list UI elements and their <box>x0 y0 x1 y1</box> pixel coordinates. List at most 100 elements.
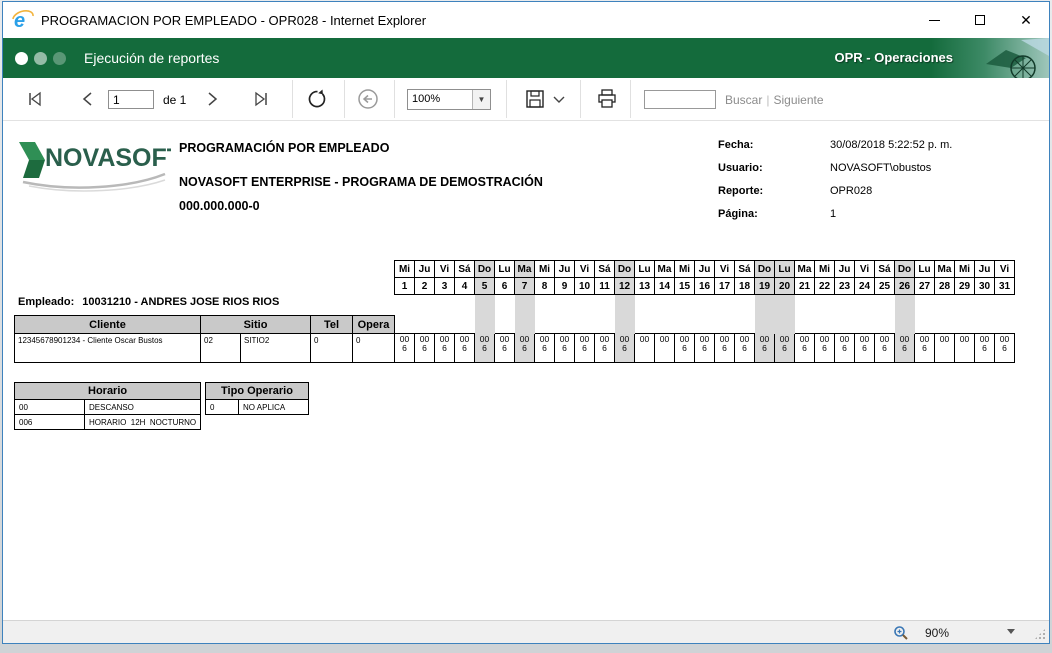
refresh-button[interactable] <box>306 78 328 120</box>
find-links: Buscar | Siguiente <box>725 93 824 107</box>
minimize-button[interactable] <box>911 2 957 38</box>
calendar-dow-cell: Do <box>754 260 775 278</box>
zoom-magnifier-icon[interactable] <box>893 625 909 641</box>
page-number-input[interactable] <box>108 90 154 109</box>
buscar-link[interactable]: Buscar <box>725 93 762 107</box>
legend-cell: 006 <box>14 414 85 430</box>
schedule-cell: 00 <box>654 333 675 363</box>
calendar-day-cell: 15 <box>674 277 695 295</box>
meta-value: OPR028 <box>830 185 873 197</box>
maximize-icon <box>975 15 985 25</box>
calendar-dow-cell: Vi <box>854 260 875 278</box>
close-button[interactable]: ✕ <box>1003 2 1049 38</box>
schedule-cell: 00 6 <box>394 333 415 363</box>
schedule-cell: 00 6 <box>454 333 475 363</box>
schedule-cell: 00 <box>934 333 955 363</box>
report-subtitle: NOVASOFT ENTERPRISE - PROGRAMA DE DEMOST… <box>179 175 543 189</box>
internet-explorer-icon: e <box>12 10 34 31</box>
calendar-dow-cell: Mi <box>394 260 415 278</box>
legend-cell: 0 <box>205 399 239 415</box>
toolbar-separator <box>580 80 581 118</box>
calendar-day-cell: 13 <box>634 277 655 295</box>
calendar-dow-cell: Ma <box>514 260 535 278</box>
report-title: PROGRAMACIÓN POR EMPLEADO <box>179 141 390 155</box>
calendar-dow-cell: Vi <box>994 260 1015 278</box>
siguiente-link[interactable]: Siguiente <box>773 93 823 107</box>
legend-cell: HORARIO 12H NOCTURNO <box>83 414 202 430</box>
schedule-cell: 00 6 <box>574 333 595 363</box>
schedule-cell: 00 6 <box>614 333 635 363</box>
cell-tel: 0 <box>310 333 353 363</box>
cell-opera: 0 <box>352 333 395 363</box>
app-title: Ejecución de reportes <box>84 50 220 66</box>
svg-text:e: e <box>14 10 25 31</box>
schedule-cell: 00 6 <box>854 333 875 363</box>
cell-cliente: 12345678901234 - Cliente Oscar Bustos <box>14 333 201 363</box>
calendar-dow-cell: Do <box>614 260 635 278</box>
calendar-dow-cell: Sá <box>874 260 895 278</box>
save-export-button[interactable] <box>524 78 546 120</box>
schedule-cell: 00 6 <box>814 333 835 363</box>
holiday-stripe <box>614 295 635 334</box>
browser-window: e PROGRAMACION POR EMPLEADO - OPR028 - I… <box>2 1 1050 644</box>
meta-label: Fecha: <box>718 139 754 151</box>
calendar-day-cell: 24 <box>854 277 875 295</box>
next-page-button[interactable] <box>203 78 221 120</box>
back-to-parent-button[interactable] <box>357 78 379 120</box>
horario-legend-title: Horario <box>13 382 202 400</box>
calendar-day-cell: 11 <box>594 277 615 295</box>
schedule-cell: 00 6 <box>734 333 755 363</box>
first-page-button[interactable] <box>25 78 45 120</box>
holiday-stripe <box>774 295 795 334</box>
calendar-dow-cell: Lu <box>914 260 935 278</box>
previous-page-button[interactable] <box>79 78 97 120</box>
calendar-day-cell: 14 <box>654 277 675 295</box>
report-toolbar: de 1 100% ▼ <box>3 78 1049 121</box>
search-input[interactable] <box>644 90 716 109</box>
calendar-dow-cell: Ma <box>794 260 815 278</box>
schedule-cell: 00 6 <box>514 333 535 363</box>
zoom-select[interactable]: 100% ▼ <box>407 89 491 110</box>
calendar-dow-cell: Mi <box>534 260 555 278</box>
page-of-label: de 1 <box>163 93 187 107</box>
col-header-cliente: Cliente <box>14 315 201 334</box>
calendar-dow-cell: Ju <box>694 260 715 278</box>
maximize-button[interactable] <box>957 2 1003 38</box>
report-body: NOVASOFT PROGRAMACIÓN POR EMPLEADO NOVAS… <box>3 121 1049 620</box>
calendar-day-cell: 30 <box>974 277 995 295</box>
schedule-cell: 00 6 <box>914 333 935 363</box>
schedule-cell: 00 6 <box>434 333 455 363</box>
calendar-day-cell: 19 <box>754 277 775 295</box>
schedule-cell: 00 6 <box>474 333 495 363</box>
calendar-dow-cell: Do <box>474 260 495 278</box>
dot-icon <box>53 51 66 65</box>
calendar-day-cell: 20 <box>774 277 795 295</box>
calendar-dow-cell: Ju <box>554 260 575 278</box>
calendar-day-cell: 5 <box>474 277 495 295</box>
novasoft-logo-mark <box>19 142 45 160</box>
calendar-day-cell: 21 <box>794 277 815 295</box>
save-dropdown-chevron-icon[interactable] <box>552 78 566 120</box>
close-icon: ✕ <box>1020 12 1032 28</box>
calendar-dow-cell: Mi <box>814 260 835 278</box>
last-page-button[interactable] <box>251 78 271 120</box>
screen: e PROGRAMACION POR EMPLEADO - OPR028 - I… <box>0 0 1052 653</box>
horario-legend-table: Horario 00 DESCANSO 006 HORARIO 12H NOCTURN… <box>13 382 202 430</box>
window-title: PROGRAMACION POR EMPLEADO - OPR028 - Int… <box>41 12 427 28</box>
calendar-header-table: Mi Ju Vi Sá Do Lu Ma Mi Ju Vi Sá Do Lu Ma Mi Ju Vi Sá Do Lu… <box>394 260 1015 295</box>
col-header-tel: Tel <box>310 315 353 334</box>
dot-icon <box>15 51 28 65</box>
schedule-cell: 00 6 <box>754 333 775 363</box>
schedule-cell: 00 6 <box>794 333 815 363</box>
module-label: OPR - Operaciones <box>834 50 953 65</box>
calendar-day-cell: 28 <box>934 277 955 295</box>
zoom-level-dropdown[interactable] <box>1007 629 1015 634</box>
calendar-dow-cell: Sá <box>594 260 615 278</box>
calendar-day-cell: 27 <box>914 277 935 295</box>
toolbar-separator <box>344 80 345 118</box>
calendar-day-cell: 22 <box>814 277 835 295</box>
schedule-cell: 00 6 <box>494 333 515 363</box>
print-button[interactable] <box>595 78 619 120</box>
schedule-cell: 00 6 <box>534 333 555 363</box>
resize-grip[interactable] <box>1034 628 1046 640</box>
